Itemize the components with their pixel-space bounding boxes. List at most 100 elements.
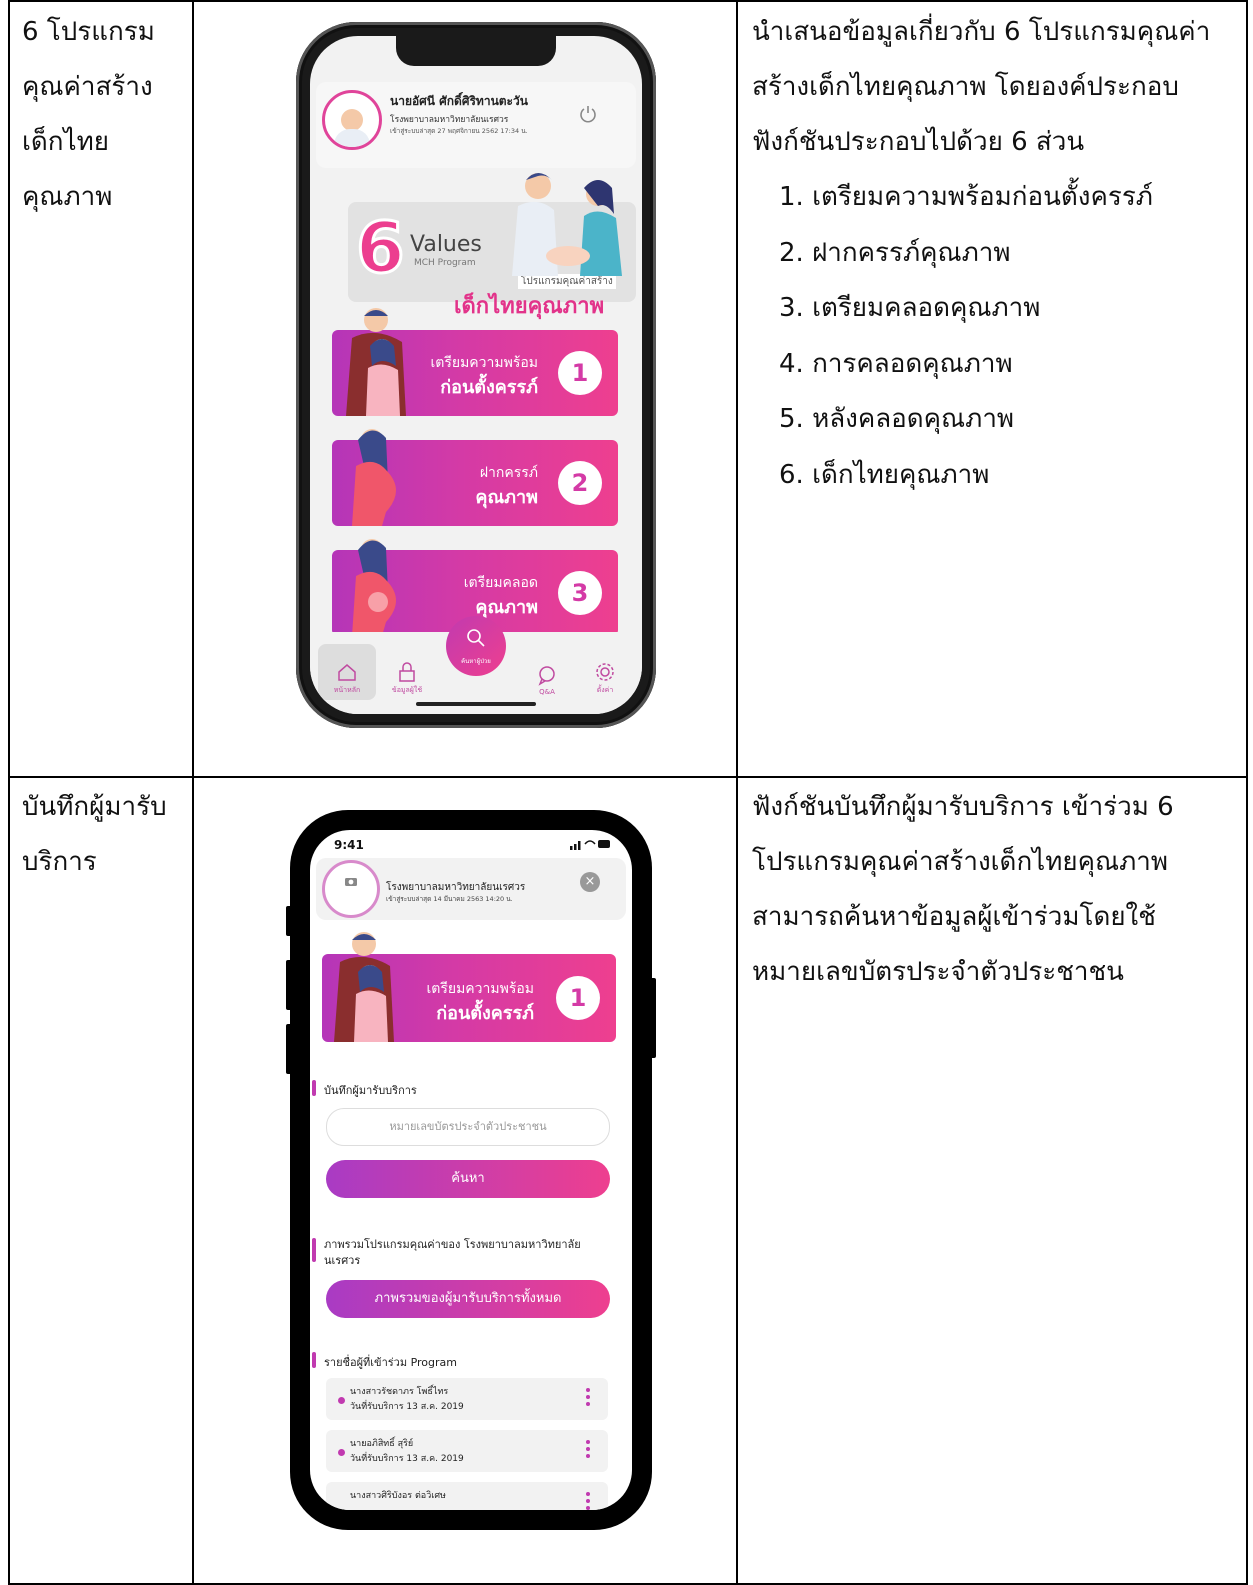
service-date: วันที่รับบริการ 13 ส.ค. 2019: [350, 1454, 464, 1464]
row1-desc-line: ฟังก์ชันประกอบไปด้วย 6 ส่วน: [752, 127, 1085, 157]
status-time: 9:41: [334, 838, 364, 852]
bullet: [338, 1449, 345, 1456]
hospital-name: โรงพยาบาลมหาวิทยาลัยนเรศวร: [386, 882, 526, 893]
row2-label-line: บันทึกผู้มารับ: [22, 792, 167, 822]
avatar[interactable]: [322, 860, 380, 918]
list-item: 6. เด็กไทยคุณภาพ: [779, 459, 990, 490]
side-button: [650, 978, 656, 1058]
hospital-header: โรงพยาบาลมหาวิทยาลัยนเรศวร เข้าสู่ระบบล่…: [316, 858, 626, 920]
table-border-top: [8, 0, 1248, 2]
list-item: 5. หลังคลอดคุณภาพ: [779, 404, 1015, 434]
card-line2: คุณภาพ: [475, 487, 538, 508]
chat-icon: [538, 666, 555, 686]
tab-patient[interactable]: ข้อมูลผู้ใช้: [382, 661, 432, 696]
hospital-name: โรงพยาบาลมหาวิทยาลัยนเรศวร: [390, 115, 509, 125]
row1-label-line: คุณค่าสร้าง: [22, 72, 153, 102]
card-line2: ก่อนตั้งครรภ์: [436, 1003, 534, 1024]
program-card-1[interactable]: เตรียมความพร้อม ก่อนตั้งครรภ์ 1: [332, 308, 618, 416]
card-number: 1: [556, 976, 600, 1020]
service-date: วันที่รับบริการ 13 ส.ค. 2019: [350, 1402, 464, 1412]
list-item[interactable]: นางสาวรัชดาภร โพธิ์ไทร วันที่รับบริการ 1…: [326, 1378, 608, 1420]
phone-mockup-programs: นายอัศนี ศักดิ์ศิริทานตะวัน โรงพยาบาลมหา…: [296, 22, 656, 728]
list-item: 2. ฝากครรภ์คุณภาพ: [779, 237, 1011, 268]
row1-desc-line: สร้างเด็กไทยคุณภาพ โดยองค์ประกอบ: [752, 72, 1179, 102]
close-icon[interactable]: ×: [580, 872, 600, 892]
home-indicator: [416, 702, 536, 706]
banner-program-small: โปรแกรมคุณค่าสร้าง: [518, 274, 616, 289]
card-line1: เตรียมคลอด: [463, 575, 538, 591]
row1-label-line: เด็กไทย: [22, 127, 109, 157]
row2-desc-line: หมายเลขบัตรประจำตัวประชาชน: [752, 957, 1124, 987]
phone-screen: 9:41 โรงพยาบาลมหาวิทยาลัยนเรศวร เข้าสู่ร…: [310, 830, 632, 1510]
list-item: 1. เตรียมความพร้อมก่อนตั้งครรภ์: [779, 182, 1153, 212]
row2-desc-line: ฟังก์ชันบันทึกผู้มารับบริการ เข้าร่วม 6: [752, 792, 1174, 822]
overview-section-title-cont: นเรศวร: [324, 1254, 361, 1267]
row1-description: นำเสนอข้อมูลเกี่ยวกับ 6 โปรแกรมคุณค่า สร…: [752, 5, 1210, 170]
overview-section-title: ภาพรวมโปรแกรมคุณค่าของ โรงพยาบาลมหาวิทยา…: [324, 1238, 581, 1251]
program-card-2[interactable]: ฝากครรภ์ คุณภาพ 2: [332, 429, 618, 526]
table-border-right: [1246, 0, 1248, 1585]
search-icon: [467, 629, 485, 647]
section-marker: [312, 1238, 316, 1262]
list-item[interactable]: นายอภิสิทธิ์ สุริย์ วันที่รับบริการ 13 ส…: [326, 1430, 608, 1472]
side-button: [286, 906, 292, 936]
more-icon[interactable]: [586, 1492, 590, 1510]
banner-program-big: เด็กไทยคุณภาพ: [454, 294, 605, 319]
row2-label-line: บริการ: [22, 847, 97, 877]
search-button[interactable]: ค้นหา: [326, 1160, 610, 1198]
tab-qa[interactable]: Q&A: [522, 664, 572, 696]
tab-home[interactable]: หน้าหลัก: [322, 661, 372, 696]
gear-icon: [596, 663, 614, 681]
program-card-1[interactable]: เตรียมความพร้อม ก่อนตั้งครรภ์ 1: [322, 932, 616, 1042]
tab-label: ตั้งค่า: [596, 686, 614, 694]
table-border-left: [8, 0, 10, 1585]
more-icon[interactable]: [586, 1388, 590, 1409]
pregnant-woman-illustration: [352, 429, 396, 526]
participant-name: นางสาวรัชดาภร โพธิ์ไทร: [350, 1387, 449, 1397]
banner-mch: MCH Program: [414, 258, 476, 268]
status-icons: [570, 838, 610, 853]
row2-desc-line: โปรแกรมคุณค่าสร้างเด็กไทยคุณภาพ: [752, 847, 1169, 877]
tab-label: หน้าหลัก: [333, 686, 361, 694]
list-item[interactable]: นางสาวศิริบังอร ต่อวิเศษ: [326, 1482, 608, 1510]
phone-notch: [396, 36, 556, 66]
more-icon[interactable]: [586, 1440, 590, 1461]
signal-icon: [570, 840, 610, 850]
camera-icon: [345, 878, 357, 886]
id-card-input[interactable]: หมายเลขบัตรประจำตัวประชาชน: [326, 1108, 610, 1146]
avatar-face: [341, 109, 363, 132]
row1-program-list: 1. เตรียมความพร้อมก่อนตั้งครรภ์ 2. ฝากคร…: [779, 170, 1153, 503]
user-header: นายอัศนี ศักดิ์ศิริทานตะวัน โรงพยาบาลมหา…: [316, 82, 636, 168]
card-line1: เตรียมความพร้อม: [426, 981, 534, 997]
side-button: [286, 960, 292, 1010]
program-banner: 6 Values MCH Program โปรแกรมคุณค่าสร้าง: [348, 173, 636, 302]
participant-name: นางสาวศิริบังอร ต่อวิเศษ: [350, 1491, 446, 1501]
card-number: 3: [558, 571, 602, 615]
couple-illustration: [334, 932, 394, 1042]
lock-icon: [399, 662, 415, 682]
couple-illustration: [346, 308, 406, 416]
home-icon: [338, 664, 356, 681]
row1-label-line: คุณภาพ: [22, 182, 113, 212]
avatar[interactable]: [322, 90, 382, 150]
pregnant-woman-illustration: [352, 539, 396, 636]
row2-desc-line: สามารถค้นหาข้อมูลผู้เข้าร่วมโดยใช้: [752, 902, 1156, 932]
last-login: เข้าสู่ระบบล่าสุด 27 พฤศจิกายน 2562 17:3…: [390, 127, 528, 135]
bottom-tab-bar: หน้าหลัก ข้อมูลผู้ใช้ ค้นหาผู้ป่วย Q&A ต…: [310, 616, 642, 714]
last-login: เข้าสู่ระบบล่าสุด 14 มีนาคม 2563 14:20 น…: [386, 895, 513, 903]
tab-settings[interactable]: ตั้งค่า: [580, 661, 630, 696]
overview-all-button[interactable]: ภาพรวมของผู้มารับบริการทั้งหมด: [326, 1280, 610, 1318]
participants-section-title: รายชื่อผู้ที่เข้าร่วม Program: [324, 1356, 457, 1369]
phone-screen: นายอัศนี ศักดิ์ศิริทานตะวัน โรงพยาบาลมหา…: [310, 36, 642, 714]
avatar-body: [334, 129, 370, 147]
banner-values: Values: [410, 232, 482, 257]
bullet: [338, 1397, 345, 1404]
tab-label: ข้อมูลผู้ใช้: [391, 686, 423, 694]
card-line1: เตรียมความพร้อม: [430, 355, 538, 371]
search-patient-button[interactable]: ค้นหาผู้ป่วย: [446, 616, 506, 676]
card-number: 2: [558, 461, 602, 505]
user-name: นายอัศนี ศักดิ์ศิริทานตะวัน: [390, 94, 528, 108]
power-icon[interactable]: [578, 104, 598, 124]
list-item: 4. การคลอดคุณภาพ: [779, 348, 1013, 379]
side-button: [286, 1024, 292, 1074]
